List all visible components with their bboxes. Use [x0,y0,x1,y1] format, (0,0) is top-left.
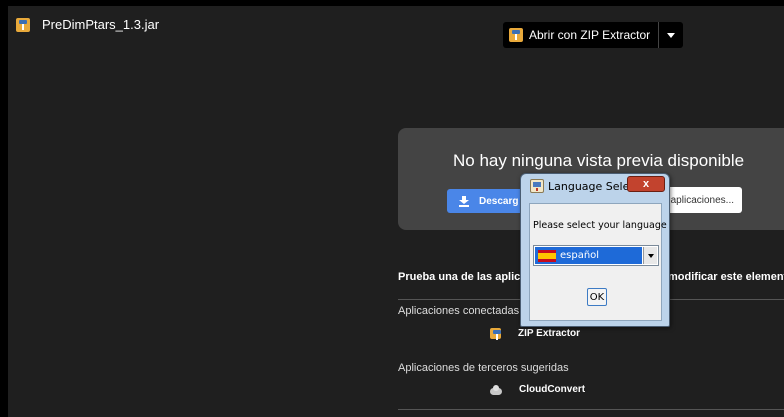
java-app-icon [530,179,544,193]
connected-app-item[interactable]: ZIP Extractor [490,328,581,340]
download-label: Descarg [479,195,519,207]
open-with-main-button[interactable]: Abrir con ZIP Extractor [503,22,660,48]
caret-down-icon [667,32,676,38]
download-icon [459,195,469,207]
close-button[interactable]: x [627,176,665,192]
language-select-dialog: Language Sele... x Please select your la… [520,173,670,327]
dialog-message: Please select your language [533,220,667,231]
divider [398,409,784,410]
third-party-apps-heading: Aplicaciones de terceros sugeridas [398,362,569,374]
file-title: PreDimPtars_1.3.jar [16,17,159,32]
ok-button[interactable]: OK [587,288,607,306]
language-selected-value[interactable]: español [535,247,642,264]
language-select[interactable]: español [533,245,659,266]
archive-icon [16,17,30,32]
suggestion-text-end: modificar este element [668,271,784,283]
spain-flag-icon [538,249,556,262]
zip-extractor-icon [490,328,501,340]
open-with-label: Abrir con ZIP Extractor [529,28,651,42]
suggestion-text: Prueba una de las aplica [398,271,527,283]
app-name: CloudConvert [519,384,586,395]
open-with-button[interactable]: Abrir con ZIP Extractor [503,22,684,48]
dialog-body: Please select your language español OK [529,203,667,321]
apps-button-label: aplicaciones... [670,194,734,206]
cloudconvert-icon [490,384,502,395]
open-with-dropdown[interactable] [659,22,683,48]
language-label: español [560,250,600,261]
third-party-app-item[interactable]: CloudConvert [490,384,585,395]
app-name: ZIP Extractor [518,328,581,339]
open-with-apps-button[interactable]: aplicaciones... [666,187,742,213]
zip-extractor-icon [509,28,523,42]
chevron-down-icon[interactable] [643,247,657,264]
file-name: PreDimPtars_1.3.jar [42,17,160,32]
no-preview-message: No hay ninguna vista previa disponible [453,151,745,170]
connected-apps-heading: Aplicaciones conectadas [398,305,520,317]
